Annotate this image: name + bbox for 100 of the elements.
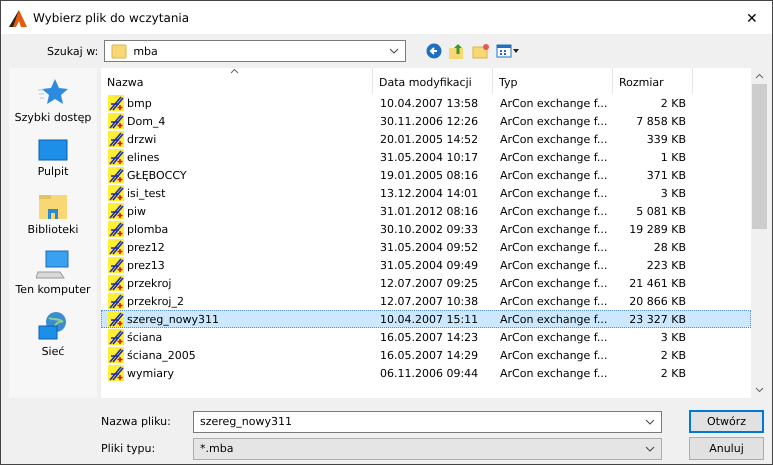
view-menu-icon[interactable] xyxy=(496,43,520,59)
sidebar-item[interactable]: Sieć xyxy=(42,345,64,358)
size-cell-text: 21 461 KB xyxy=(628,276,687,290)
cancel-button[interactable]: Anuluj xyxy=(689,437,764,460)
file-row[interactable]: Dom_4 30.11.2006 12:26 ArCon exchange f... 7 858 KB xyxy=(101,112,751,130)
column-header[interactable]: Data modyfikacji xyxy=(373,68,493,94)
type-cell-text: ArCon exchange f... xyxy=(499,258,608,272)
desktop-icon xyxy=(38,138,68,162)
network-globe-icon xyxy=(37,310,69,342)
date-cell-text: 20.01.2005 14:52 xyxy=(379,132,480,146)
file-row[interactable]: plomba 30.10.2002 09:33 ArCon exchange f... 19 289 KB xyxy=(101,220,751,238)
file-name-field[interactable]: szereg_nowy311 xyxy=(193,410,662,432)
file-row[interactable]: ściana_2005 16.05.2007 14:29 ArCon exchange f... 2 KB xyxy=(101,346,751,364)
back-icon[interactable] xyxy=(426,43,442,59)
type-cell-text: ArCon exchange f... xyxy=(499,312,608,326)
dropdown-chevron-icon[interactable] xyxy=(389,48,400,54)
sidebar-item[interactable]: Ten komputer xyxy=(15,283,91,296)
date-cell-text: 16.05.2007 14:23 xyxy=(379,330,480,344)
size-cell-text: 3 KB xyxy=(660,186,687,200)
file-row[interactable]: wymiary 06.11.2006 09:44 ArCon exchange f... 2 KB xyxy=(101,364,751,382)
file-row[interactable]: przekroj 12.07.2007 09:25 ArCon exchange f... 21 461 KB xyxy=(101,274,751,292)
size-cell-text: 371 KB xyxy=(646,168,687,182)
file-name: plomba xyxy=(127,222,168,236)
sidebar-item[interactable]: Szybki dostęp xyxy=(14,111,92,124)
file-icon xyxy=(108,293,124,309)
column-header[interactable]: Nazwa xyxy=(101,68,373,94)
size-cell-text: 23 327 KB xyxy=(628,312,687,326)
date-cell-text: 12.07.2007 10:38 xyxy=(379,294,480,308)
file-row[interactable]: ściana 16.05.2007 14:23 ArCon exchange f... 3 KB xyxy=(101,328,751,346)
file-row[interactable]: isi_test 13.12.2004 14:01 ArCon exchange f... 3 KB xyxy=(101,184,751,202)
type-cell-text: ArCon exchange f... xyxy=(499,132,608,146)
file-icon xyxy=(108,221,124,237)
sidebar-item[interactable]: Biblioteki xyxy=(28,223,78,236)
file-name: ściana xyxy=(127,330,162,344)
file-icon xyxy=(108,203,124,219)
library-folder-icon xyxy=(38,192,68,220)
size-cell-text: 2 KB xyxy=(660,96,687,110)
file-icon xyxy=(108,185,124,201)
dropdown-chevron-icon[interactable] xyxy=(645,446,655,452)
file-name: przekroj_2 xyxy=(127,294,184,308)
size-cell-text: 223 KB xyxy=(646,258,687,272)
file-row[interactable]: bmp 10.04.2007 13:58 ArCon exchange f... 2 KB xyxy=(101,94,751,112)
file-icon xyxy=(108,167,124,183)
sort-caret-icon xyxy=(230,68,239,74)
type-cell-text: ArCon exchange f... xyxy=(499,222,608,236)
file-row[interactable]: GŁĘBOCCY 19.01.2005 08:16 ArCon exchange f... 371 KB xyxy=(101,166,751,184)
file-row[interactable]: przekroj_2 12.07.2007 10:38 ArCon exchange f... 20 866 KB xyxy=(101,292,751,310)
file-icon xyxy=(108,347,124,363)
type-cell-text: ArCon exchange f... xyxy=(499,150,608,164)
dropdown-chevron-icon[interactable] xyxy=(645,418,655,424)
file-name: szereg_nowy311 xyxy=(127,312,220,326)
size-cell-text: 20 866 KB xyxy=(628,294,687,308)
type-cell-text: ArCon exchange f... xyxy=(499,276,608,290)
file-name-label: Nazwa pliku: xyxy=(101,415,172,428)
file-type-label: Pliki typu: xyxy=(101,442,156,455)
type-cell-text: ArCon exchange f... xyxy=(499,240,608,254)
close-button[interactable]: ✕ xyxy=(732,2,772,32)
type-cell-text: ArCon exchange f... xyxy=(499,294,608,308)
size-cell-text: 28 KB xyxy=(652,240,687,254)
file-icon xyxy=(108,149,124,165)
column-header[interactable]: Typ xyxy=(493,68,613,94)
file-icon xyxy=(108,113,124,129)
file-row[interactable]: prez13 31.05.2004 09:49 ArCon exchange f... 223 KB xyxy=(101,256,751,274)
file-type-dropdown[interactable]: *.mba xyxy=(193,438,662,460)
file-name: Dom_4 xyxy=(127,114,166,128)
size-cell-text: 1 KB xyxy=(660,150,687,164)
file-name: wymiary xyxy=(127,366,174,380)
file-icon xyxy=(108,257,124,273)
window-title: Wybierz plik do wczytania xyxy=(33,10,190,24)
file-name: bmp xyxy=(127,96,152,110)
file-name: GŁĘBOCCY xyxy=(127,168,187,182)
size-cell-text: 2 KB xyxy=(660,366,687,380)
size-cell-text: 5 081 KB xyxy=(635,204,687,218)
type-cell-text: ArCon exchange f... xyxy=(499,348,608,362)
type-cell-text: ArCon exchange f... xyxy=(499,204,608,218)
size-cell-text: 339 KB xyxy=(646,132,687,146)
file-row[interactable]: prez12 31.05.2004 09:52 ArCon exchange f... 28 KB xyxy=(101,238,751,256)
computer-icon xyxy=(36,250,70,280)
file-row[interactable]: drzwi 20.01.2005 14:52 ArCon exchange f... 339 KB xyxy=(101,130,751,148)
file-row[interactable]: elines 31.05.2004 10:17 ArCon exchange f... 1 KB xyxy=(101,148,751,166)
file-name: ściana_2005 xyxy=(127,348,196,362)
size-cell-text: 2 KB xyxy=(660,348,687,362)
column-header[interactable]: Rozmiar xyxy=(613,68,693,94)
open-button[interactable]: Otwórz xyxy=(689,410,764,433)
file-name: przekroj xyxy=(127,276,172,290)
date-cell-text: 30.10.2002 09:33 xyxy=(379,222,480,236)
size-cell-text: 7 858 KB xyxy=(635,114,687,128)
date-cell-text: 30.11.2006 12:26 xyxy=(379,114,480,128)
type-cell-text: ArCon exchange f... xyxy=(499,168,608,182)
file-name: prez13 xyxy=(127,258,165,272)
scroll-thumb[interactable] xyxy=(752,84,767,229)
look-in-dropdown[interactable]: mba xyxy=(104,40,406,62)
date-cell-text: 31.01.2012 08:16 xyxy=(379,204,480,218)
file-row[interactable]: piw 31.01.2012 08:16 ArCon exchange f... 5 081 KB xyxy=(101,202,751,220)
date-cell-text: 10.04.2007 15:11 xyxy=(379,312,480,326)
sidebar-item[interactable]: Pulpit xyxy=(38,165,68,178)
file-icon xyxy=(108,275,124,291)
file-row[interactable]: szereg_nowy311 10.04.2007 15:11 ArCon exchange f... 23 327 KB xyxy=(101,310,751,328)
new-folder-icon[interactable] xyxy=(472,43,490,59)
file-icon xyxy=(108,311,124,327)
